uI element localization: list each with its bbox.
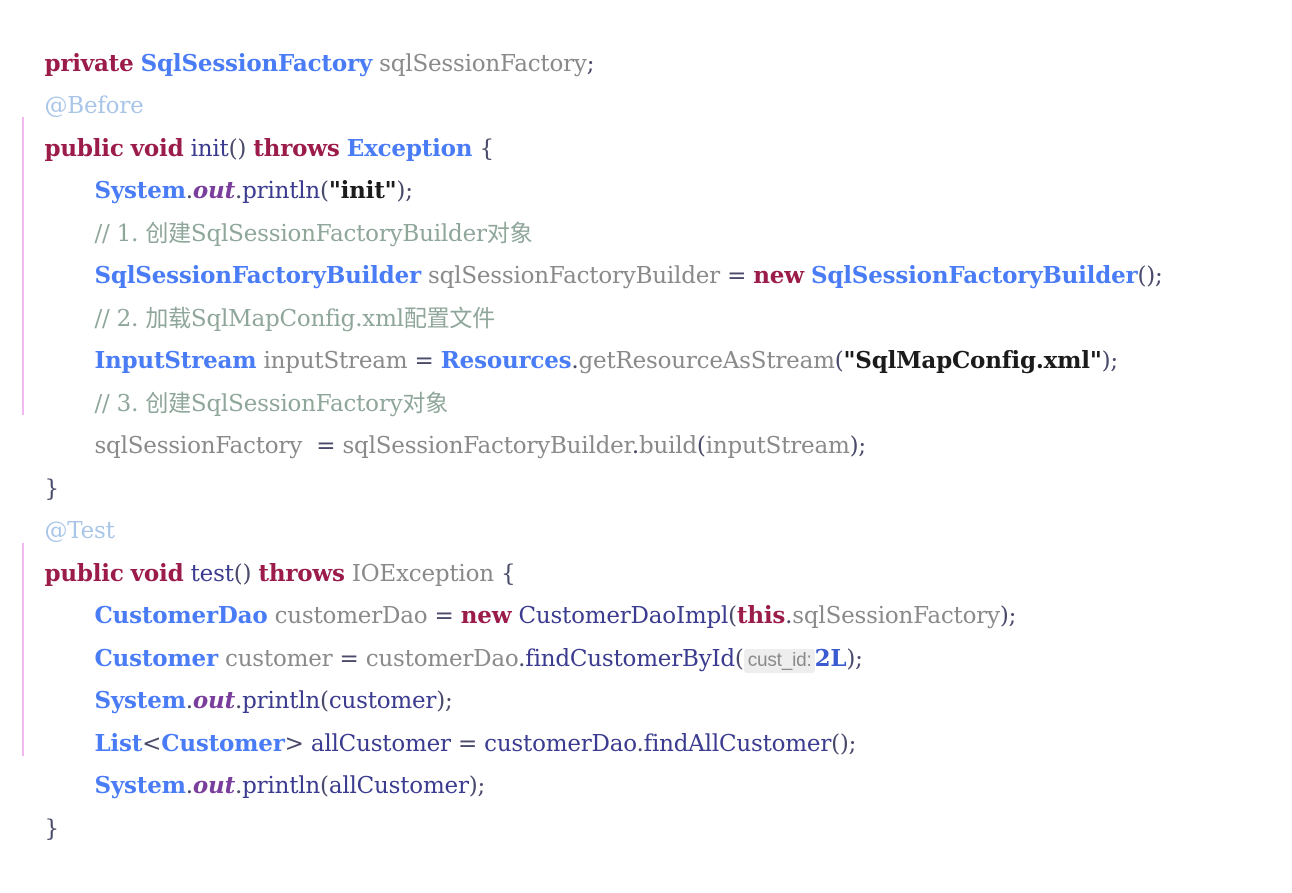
code-line-10[interactable]: sqlSessionFactory = sqlSessionFactoryBui… [0, 383, 1292, 459]
code-line-16[interactable]: System.out.println(customer); [0, 638, 1292, 714]
code-line-18[interactable]: System.out.println(allCustomer); [0, 723, 1292, 799]
code-line-15[interactable]: Customer customer = customerDao.findCust… [0, 595, 1292, 673]
code-line-2[interactable]: @Before [0, 43, 1292, 119]
code-line-6[interactable]: SqlSessionFactoryBuilder sqlSessionFacto… [0, 213, 1292, 289]
code-line-13[interactable]: public void test() throws IOException { [0, 510, 1292, 587]
code-line-12[interactable]: @Test [0, 468, 1292, 544]
code-line-3[interactable]: public void init() throws Exception { [0, 85, 1292, 162]
code-line-4[interactable]: System.out.println("init"); [0, 128, 1292, 204]
code-line-11[interactable]: } [0, 425, 1292, 502]
code-line-5[interactable]: // 1. 创建SqlSessionFactoryBuilder对象 [0, 170, 1292, 247]
code-line-19[interactable]: } [0, 765, 1292, 842]
code-line-9[interactable]: // 3. 创建SqlSessionFactory对象 [0, 340, 1292, 417]
token-brace-close: } [44, 815, 59, 842]
code-line-14[interactable]: CustomerDao customerDao = new CustomerDa… [0, 553, 1292, 629]
code-line-8[interactable]: InputStream inputStream = Resources.getR… [0, 298, 1292, 374]
code-line-1[interactable]: private SqlSessionFactory sqlSessionFact… [0, 0, 1292, 77]
code-line-7[interactable]: // 2. 加载SqlMapConfig.xml配置文件 [0, 255, 1292, 332]
code-line-17[interactable]: List<Customer> allCustomer = customerDao… [0, 680, 1292, 757]
code-editor-pane[interactable]: private SqlSessionFactory sqlSessionFact… [0, 0, 1292, 842]
